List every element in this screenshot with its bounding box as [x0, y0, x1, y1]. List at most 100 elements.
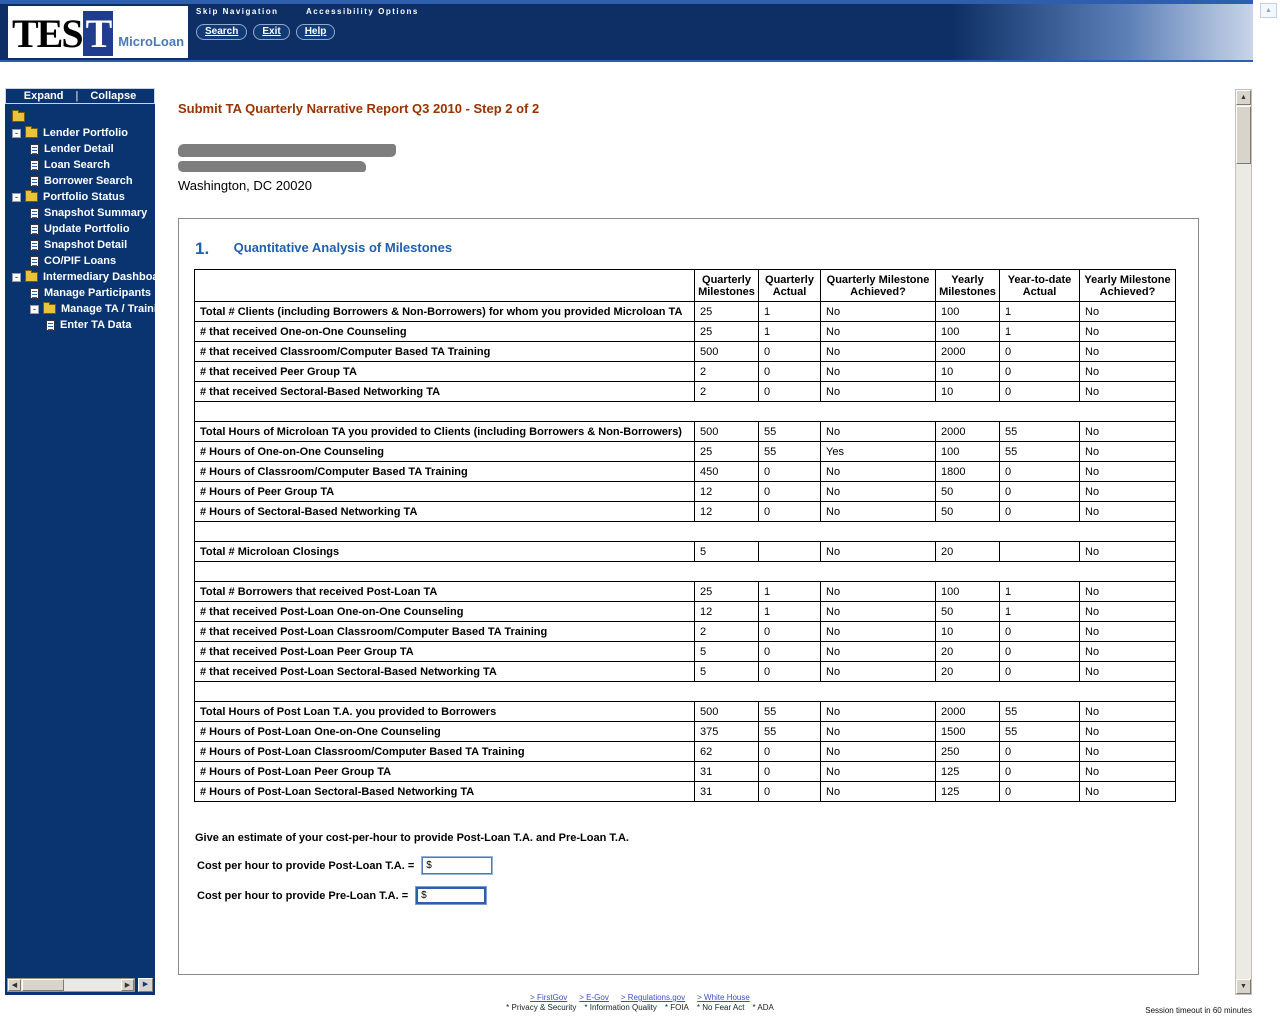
doc-icon [30, 255, 39, 267]
sidebar-item-intermediary-dashboard[interactable]: - Intermediary Dashboard [5, 269, 155, 285]
table-row: # that received Sectoral-Based Networkin… [194, 381, 1176, 402]
sidebar-item-label: Update Portfolio [44, 223, 130, 235]
sidebar-item-snapshot-summary[interactable]: Snapshot Summary [5, 205, 155, 221]
cell-quarterly-milestones: 500 [694, 701, 759, 722]
sidebar-item-loan-search[interactable]: Loan Search [5, 157, 155, 173]
cell-year-to-date-actual: 1 [999, 601, 1080, 622]
scroll-left-button[interactable]: ◀ [8, 979, 21, 991]
cell-year-to-date-actual: 0 [999, 501, 1080, 522]
cell-quarterly-actual: 1 [758, 321, 821, 342]
sidebar-item-update-portfolio[interactable]: Update Portfolio [5, 221, 155, 237]
scrollbar-thumb[interactable] [22, 979, 64, 991]
sidebar-item-lender-portfolio[interactable]: - Lender Portfolio [5, 125, 155, 141]
sidebar-item-label: Manage TA / Training [61, 303, 155, 315]
collapse-node-icon[interactable]: - [12, 272, 21, 282]
sidebar-horizontal-scrollbar[interactable]: ◀ ▶ [7, 978, 135, 992]
sidebar-item-portfolio-status[interactable]: - Portfolio Status [5, 189, 155, 205]
cell-quarterly-milestone-achieved: No [820, 381, 936, 402]
footer-link-white-house[interactable]: > White House [697, 993, 750, 1002]
col-header-quarterly-milestone-achieved: Quarterly Milestone Achieved? [820, 269, 936, 302]
table-row: # that received Peer Group TA 2 0 No 10 0 No [194, 361, 1176, 382]
table-row: Total Hours of Post Loan T.A. you provid… [194, 701, 1176, 722]
cell-year-to-date-actual: 1 [999, 581, 1080, 602]
scroll-up-button[interactable]: ▲ [1236, 90, 1251, 105]
cell-yearly-milestones: 100 [935, 301, 1000, 322]
cell-yearly-milestone-achieved: No [1079, 361, 1176, 382]
table-header: Quarterly Milestones Quarterly Actual Quar… [194, 269, 1176, 302]
sidebar-item-snapshot-detail[interactable]: Snapshot Detail [5, 237, 155, 253]
cell-quarterly-milestones: 31 [694, 761, 759, 782]
expand-link[interactable]: Expand [24, 90, 64, 102]
cell-quarterly-actual: 0 [758, 661, 821, 682]
cell-quarterly-milestone-achieved: No [820, 421, 936, 442]
cell-quarterly-milestones: 25 [694, 581, 759, 602]
cell-yearly-milestones: 20 [935, 661, 1000, 682]
footer-link-firstgov[interactable]: > FirstGov [530, 993, 567, 1002]
table-row: # that received Post-Loan Peer Group TA 5… [194, 641, 1176, 662]
cell-yearly-milestone-achieved: No [1079, 481, 1176, 502]
cell-yearly-milestone-achieved: No [1079, 341, 1176, 362]
cell-yearly-milestones: 100 [935, 581, 1000, 602]
cell-quarterly-actual: 1 [758, 581, 821, 602]
collapse-node-icon[interactable]: - [30, 304, 39, 314]
cell-year-to-date-actual: 0 [999, 641, 1080, 662]
pre-loan-cost-input[interactable] [427, 889, 483, 902]
footer-link-e-gov[interactable]: > E-Gov [579, 993, 609, 1002]
cell-quarterly-actual: 0 [758, 381, 821, 402]
page-scroll-up-button[interactable]: ▲ [1260, 3, 1277, 18]
help-button[interactable]: Help [295, 24, 336, 40]
row-label: # that received One-on-One Counseling [194, 321, 695, 342]
sidebar-item-co-pif-loans[interactable]: CO/PIF Loans [5, 253, 155, 269]
cell-quarterly-milestones: 25 [694, 301, 759, 322]
sidebar-scroll-right-button[interactable]: ▶ [138, 978, 153, 992]
footer-policy-no-fear-act[interactable]: * No Fear Act [697, 1003, 745, 1012]
sidebar-item-borrower-search[interactable]: Borrower Search [5, 173, 155, 189]
cell-quarterly-actual: 0 [758, 341, 821, 362]
session-timeout-note: Session timeout in 60 minutes [1145, 1006, 1252, 1015]
table-row: Total # Microloan Closings 5 No 20 No [194, 541, 1176, 562]
cell-yearly-milestone-achieved: No [1079, 781, 1176, 802]
sidebar-item-enter-ta-data[interactable]: Enter TA Data [5, 317, 155, 333]
milestones-table: Quarterly Milestones Quarterly Actual Quar… [194, 269, 1176, 802]
table-row: # Hours of Peer Group TA 12 0 No 50 0 No [194, 481, 1176, 502]
dollar-sign: $ [421, 890, 427, 901]
post-loan-cost-input[interactable] [432, 859, 488, 872]
pre-loan-cost-input-box: $ [416, 887, 487, 904]
collapse-node-icon[interactable]: - [12, 192, 21, 202]
sidebar-item-label: Snapshot Summary [44, 207, 148, 219]
table-row: # that received Post-Loan One-on-One Cou… [194, 601, 1176, 622]
cell-quarterly-milestone-achieved: No [820, 661, 936, 682]
footer-links: > FirstGov > E-Gov > Regulations.gov > Whit… [400, 993, 880, 1003]
footer-policy-ada[interactable]: * ADA [752, 1003, 773, 1012]
footer-policy-privacy-security[interactable]: * Privacy & Security [506, 1003, 576, 1012]
exit-button[interactable]: Exit [253, 24, 290, 40]
footer-policy-information-quality[interactable]: * Information Quality [584, 1003, 656, 1012]
cell-quarterly-milestone-achieved: No [820, 301, 936, 322]
footer-link-regulations-gov[interactable]: > Regulations.gov [621, 993, 685, 1002]
scroll-right-button[interactable]: ▶ [121, 979, 134, 991]
collapse-node-icon[interactable]: - [12, 128, 21, 138]
content-vertical-scrollbar[interactable]: ▲ ▼ [1235, 89, 1252, 995]
cell-year-to-date-actual: 55 [999, 701, 1080, 722]
scrollbar-track[interactable] [21, 979, 121, 991]
sidebar-item-manage-participants[interactable]: Manage Participants [5, 285, 155, 301]
cell-quarterly-milestones: 2 [694, 621, 759, 642]
cell-quarterly-milestones: 5 [694, 541, 759, 562]
search-button[interactable]: Search [196, 24, 248, 40]
cell-quarterly-milestone-achieved: No [820, 761, 936, 782]
collapse-link[interactable]: Collapse [90, 90, 136, 102]
cell-yearly-milestones: 10 [935, 361, 1000, 382]
cell-yearly-milestone-achieved: No [1079, 301, 1176, 322]
cell-quarterly-milestones: 12 [694, 501, 759, 522]
scrollbar-thumb[interactable] [1236, 106, 1251, 164]
app-window: TES T MicroLoan Skip Navigation Accessibi… [0, 0, 1280, 1024]
scroll-down-button[interactable]: ▼ [1236, 979, 1251, 994]
cell-year-to-date-actual: 0 [999, 481, 1080, 502]
footer-policy-foia[interactable]: * FOIA [665, 1003, 689, 1012]
accessibility-options-link[interactable]: Accessibility Options [306, 7, 419, 16]
sidebar-item-lender-detail[interactable]: Lender Detail [5, 141, 155, 157]
post-loan-cost-row: Cost per hour to provide Post-Loan T.A. … [197, 857, 1198, 874]
skip-navigation-link[interactable]: Skip Navigation [196, 7, 279, 16]
cell-yearly-milestone-achieved: No [1079, 621, 1176, 642]
sidebar-item-manage-ta-training[interactable]: - Manage TA / Training [5, 301, 155, 317]
